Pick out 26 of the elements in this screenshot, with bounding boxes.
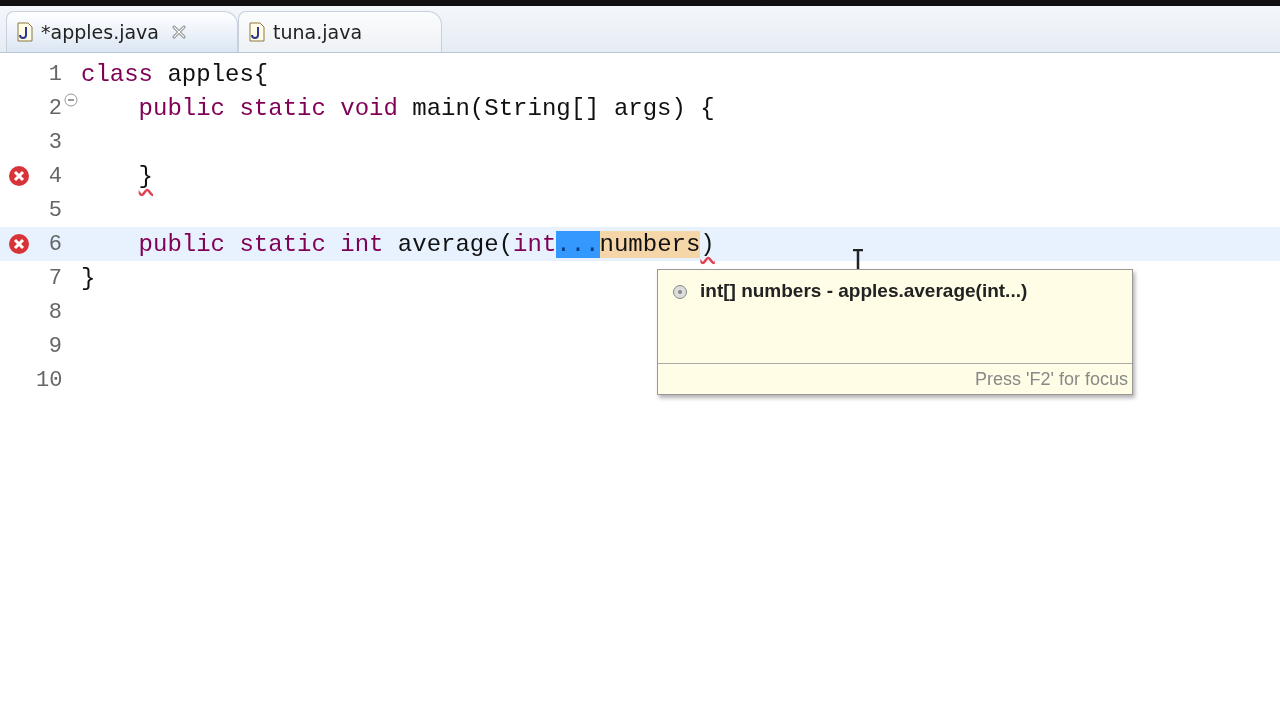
close-icon[interactable]: [171, 24, 187, 40]
code-line: class apples{: [81, 60, 269, 88]
code-line: public static int average(int...numbers): [137, 230, 715, 258]
line-number: 10: [36, 367, 62, 393]
field-icon: [672, 284, 688, 300]
line-number: 3: [47, 129, 62, 155]
line-number: 8: [47, 299, 62, 325]
code-line: public static void main(String[] args) {: [137, 94, 715, 122]
tab-label: tuna.java: [273, 21, 363, 43]
line-number: 1: [47, 61, 62, 87]
focus-hint: Press 'F2' for focus: [975, 368, 1128, 390]
line-number: 2: [47, 95, 62, 121]
code-line: }: [137, 162, 153, 190]
editor-tab[interactable]: *apples.java: [6, 11, 238, 52]
java-file-icon: [249, 22, 265, 42]
line-number: 7: [47, 265, 62, 291]
tab-label: *apples.java: [41, 21, 159, 43]
line-number: 4: [47, 163, 62, 189]
java-file-icon: [17, 22, 33, 42]
line-number: 6: [47, 231, 62, 257]
collapse-icon[interactable]: [64, 93, 78, 107]
line-number: 5: [47, 197, 62, 223]
proposal-text[interactable]: int[] numbers - apples.average(int...): [700, 280, 1028, 302]
line-number: 9: [47, 333, 62, 359]
code-line: }: [81, 264, 96, 292]
editor-tab[interactable]: tuna.java: [238, 11, 442, 52]
